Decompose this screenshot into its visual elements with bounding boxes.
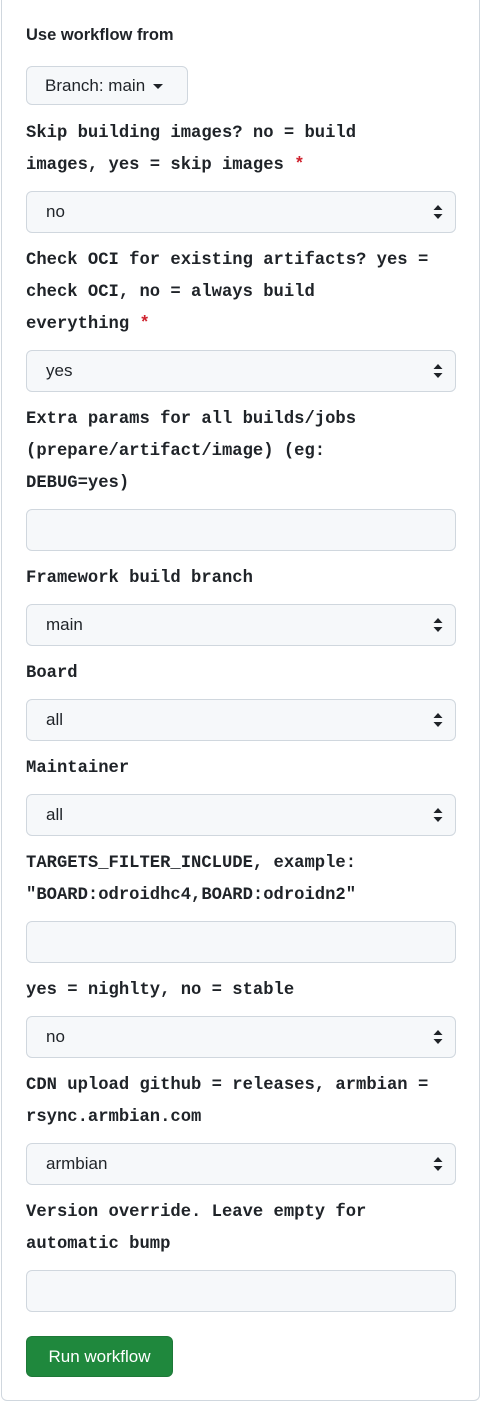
select-arrows-icon xyxy=(433,618,443,632)
cdn-upload-label: CDN upload github = releases, armbian = … xyxy=(26,1076,429,1127)
cdn-upload-select[interactable]: armbian xyxy=(26,1143,456,1185)
skip-images-value: no xyxy=(46,202,65,221)
version-override-label: Version override. Leave empty for automa… xyxy=(26,1203,367,1254)
extra-params-label: Extra params for all builds/jobs (prepar… xyxy=(26,410,357,493)
skip-images-label: Skip building images? no = build images,… xyxy=(26,124,357,175)
extra-params-input[interactable] xyxy=(26,509,456,551)
cdn-upload-value: armbian xyxy=(46,1154,108,1173)
board-value: all xyxy=(46,710,64,729)
workflow-from-label: Use workflow from xyxy=(26,26,174,44)
select-arrows-icon xyxy=(433,713,443,727)
select-arrows-icon xyxy=(433,808,443,822)
required-mark: * xyxy=(294,156,305,175)
nightly-value: no xyxy=(46,1027,65,1046)
check-oci-value: yes xyxy=(46,361,73,380)
nightly-select[interactable]: no xyxy=(26,1016,456,1058)
maintainer-value: all xyxy=(46,805,64,824)
select-arrows-icon xyxy=(433,205,443,219)
run-workflow-panel: Use workflow from Branch: main Skip buil… xyxy=(1,0,480,1401)
version-override-input[interactable] xyxy=(26,1270,456,1312)
board-select[interactable]: all xyxy=(26,699,456,741)
select-arrows-icon xyxy=(433,1157,443,1171)
caret-down-icon xyxy=(153,84,164,89)
skip-images-select[interactable]: no xyxy=(26,191,456,233)
select-arrows-icon xyxy=(433,1030,443,1044)
run-workflow-button[interactable]: Run workflow xyxy=(26,1336,173,1377)
targets-filter-label: TARGETS_FILTER_INCLUDE, example: "BOARD:… xyxy=(26,854,357,905)
maintainer-select[interactable]: all xyxy=(26,794,456,836)
check-oci-select[interactable]: yes xyxy=(26,350,456,392)
board-label: Board xyxy=(26,664,78,683)
required-mark: * xyxy=(139,315,150,334)
nightly-label: yes = nighlty, no = stable xyxy=(26,981,295,1000)
select-arrows-icon xyxy=(433,364,443,378)
check-oci-label: Check OCI for existing artifacts? yes = … xyxy=(26,251,429,334)
framework-branch-value: main xyxy=(46,615,83,634)
maintainer-label: Maintainer xyxy=(26,759,130,778)
framework-branch-select[interactable]: main xyxy=(26,604,456,646)
targets-filter-input[interactable] xyxy=(26,921,456,963)
branch-button-label: Branch: main xyxy=(45,75,146,95)
branch-select-button[interactable]: Branch: main xyxy=(26,66,188,105)
framework-branch-label: Framework build branch xyxy=(26,569,253,588)
